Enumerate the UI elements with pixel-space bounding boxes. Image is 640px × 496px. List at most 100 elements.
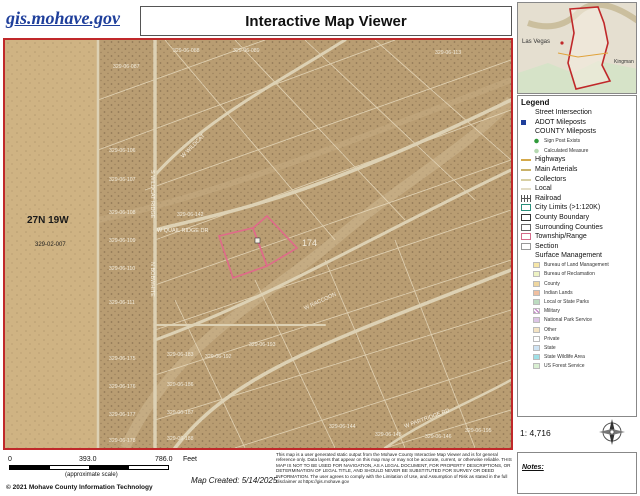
legend-swatch-icon [533, 363, 540, 370]
legend-item: Other [521, 325, 633, 334]
parcel-label: 329-06-087 [113, 64, 140, 70]
legend-item: Main Arterials [521, 165, 633, 175]
inset-city-label: Kingman [614, 59, 634, 65]
legend-swatch-icon [521, 242, 531, 250]
township-range-label: 27N 19W [27, 215, 69, 226]
parcel-label: 329-06-108 [109, 210, 136, 216]
scale-unit: Feet [183, 456, 198, 463]
parcel-label: 329-06-144 [329, 424, 356, 430]
legend-item-label: State [544, 344, 556, 351]
legend-item: Indian Lands [521, 288, 633, 297]
notes-box: Notes: [517, 452, 637, 494]
parcel-label: 329-06-088 [173, 48, 200, 54]
legend-swatch-icon [533, 280, 540, 287]
legend-item: Sign Post Exists [521, 137, 633, 146]
legend-swatch-icon [521, 252, 531, 259]
parcel-label: 329-06-142 [177, 212, 204, 218]
legend-swatch-icon [533, 317, 540, 324]
legend-item-label: State Wildlife Area [544, 354, 585, 361]
parcel-label: 329-06-110 [109, 266, 135, 272]
legend-title: Legend [521, 98, 550, 107]
parcel-label: 329-06-175 [109, 356, 136, 362]
legend-item-label: Surrounding Counties [535, 223, 603, 231]
legend-item: City Limits (>1:120K) [521, 203, 633, 213]
legend-swatch-icon [533, 335, 540, 342]
legend-swatch-icon [521, 156, 531, 164]
legend-item-label: Main Arterials [535, 166, 578, 174]
legend-swatch-icon [521, 204, 531, 212]
copyright-text: © 2021 Mohave County Information Technol… [6, 484, 153, 491]
legend-item: Collectors [521, 174, 633, 184]
road-label: S WILDCAT RIDGE [149, 170, 155, 219]
legend-item-label: COUNTY Mileposts [535, 128, 596, 136]
legend-item-label: ADOT Mileposts [535, 118, 586, 126]
parcel-label: 329-06-111 [109, 300, 135, 306]
parcel-label: 329-06-188 [167, 436, 194, 442]
legend-item: County [521, 279, 633, 288]
site-logo-link[interactable]: gis.mohave.gov [6, 8, 136, 36]
legend-item: Surrounding Counties [521, 222, 633, 232]
legend-item-label: Bureau of Land Management [544, 262, 609, 269]
legend-item-label: Street Intersection [535, 109, 592, 117]
parcel-label: 329-06-178 [109, 438, 136, 444]
legend-item-label: Private [544, 335, 560, 342]
road-label: W QUAIL RIDGE DR [157, 228, 208, 234]
legend-panel: Legend Street Intersection ADOT Mileposts… [517, 95, 637, 417]
legend-swatch-icon [533, 308, 540, 315]
legend-swatch-icon [533, 289, 540, 296]
legend-item-label: Bureau of Reclamation [544, 271, 595, 278]
legend-item: Private [521, 334, 633, 343]
aerial-map[interactable]: 174 27N 19W 329-02-007 329-06-087 329-06… [5, 40, 511, 448]
parcel-label: 329-06-176 [109, 384, 136, 390]
scale-tick-1: 393.0 [79, 456, 97, 463]
scale-segment [10, 466, 50, 469]
scale-segment [89, 466, 129, 469]
legend-swatch-icon [533, 138, 540, 145]
scale-area: 0 393.0 786.0 Feet (approximate scale) M… [3, 452, 277, 496]
parcel-marker [254, 237, 261, 244]
scale-segment [128, 466, 168, 469]
legend-item: Local [521, 184, 633, 194]
parcel-number-label: 174 [302, 238, 317, 248]
legend-item-label: Local or State Parks [544, 299, 590, 306]
page-title: Interactive Map Viewer [245, 12, 407, 30]
legend-item: Surface Management [521, 251, 633, 261]
legend-swatch-icon [533, 344, 540, 351]
legend-item-label: City Limits (>1:120K) [535, 204, 601, 212]
legend-item: US Forest Service [521, 362, 633, 371]
legend-item: Bureau of Reclamation [521, 270, 633, 279]
legend-item: State [521, 343, 633, 352]
legend-item-label: Indian Lands [544, 289, 573, 296]
legend-swatch-icon [521, 185, 531, 193]
legend-swatch-icon [533, 147, 540, 154]
page-title-box: Interactive Map Viewer [140, 6, 512, 36]
scale-tick-2: 786.0 [155, 456, 173, 463]
north-arrow-icon [592, 416, 632, 448]
legend-swatch-icon [521, 166, 531, 174]
road-label: N BOBWHITE [149, 262, 155, 297]
legend-list: Street Intersection ADOT Mileposts COUNTY … [521, 108, 633, 371]
legend-item: Military [521, 307, 633, 316]
parcel-label: 329-06-186 [167, 382, 194, 388]
parcel-label: 329-06-109 [109, 238, 136, 244]
legend-item-label: Other [544, 326, 557, 333]
legend-item-label: Highways [535, 156, 566, 164]
legend-swatch-icon [521, 119, 526, 125]
legend-item-label: Collectors [535, 175, 567, 183]
legend-item: State Wildlife Area [521, 353, 633, 362]
inset-svg: Las Vegas Kingman [518, 3, 636, 93]
approx-scale-label: (approximate scale) [65, 472, 118, 478]
parcel-label: 329-06-193 [249, 342, 276, 348]
map-canvas[interactable]: 174 27N 19W 329-02-007 329-06-087 329-06… [3, 38, 513, 450]
legend-item-label: Military [544, 308, 560, 315]
parcel-label: 329-06-183 [167, 352, 194, 358]
legend-swatch-icon [521, 175, 531, 183]
parcel-label: 329-06-145 [375, 432, 402, 438]
legend-swatch-icon [521, 109, 531, 116]
legend-item: Calculated Measure [521, 146, 633, 155]
scale-ratio: 1: 4,716 [520, 428, 551, 438]
overview-inset-map[interactable]: Las Vegas Kingman [517, 2, 637, 94]
legend-swatch-icon [533, 299, 540, 306]
legend-swatch-icon [533, 354, 540, 361]
site-logo-text[interactable]: gis.mohave.gov [6, 8, 120, 28]
